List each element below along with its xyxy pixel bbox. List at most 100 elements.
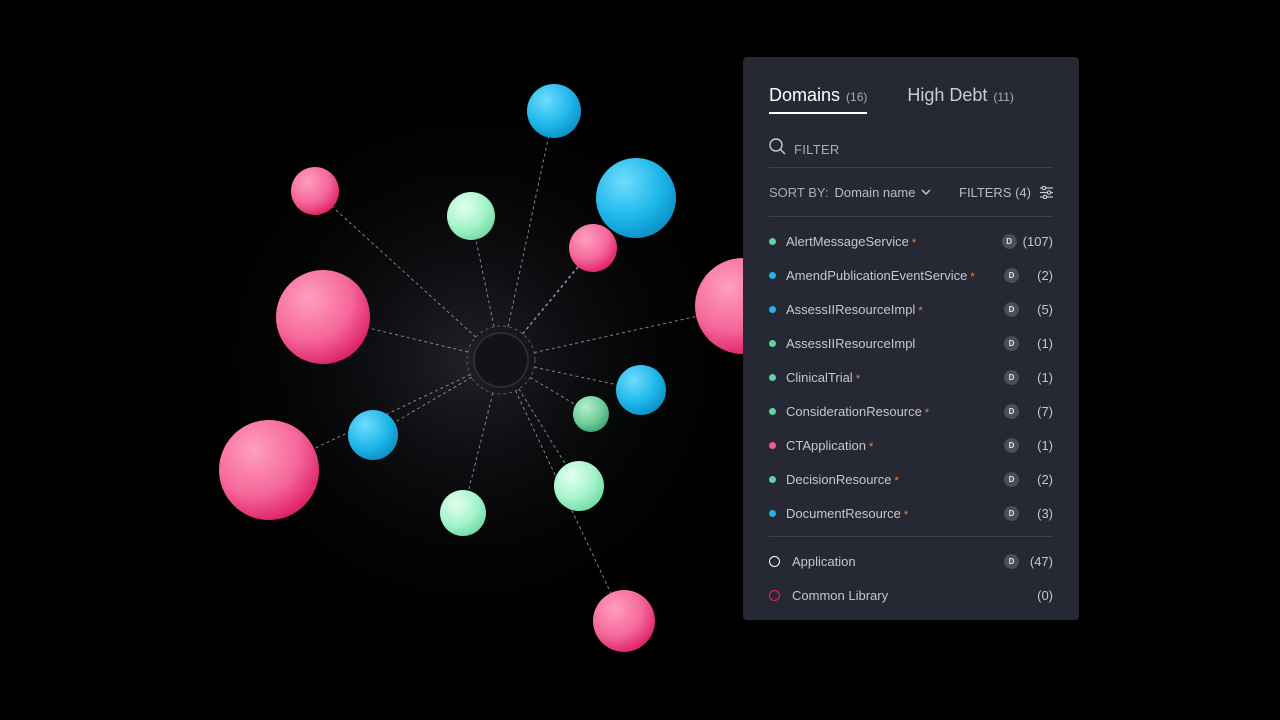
status-dot: [769, 373, 776, 381]
tab-domains[interactable]: Domains (16): [769, 85, 868, 114]
star-marker: *: [918, 304, 923, 317]
domain-count: (1): [1037, 369, 1053, 385]
graph-node-cyan[interactable]: [527, 84, 581, 138]
sort-dropdown[interactable]: Domain name: [835, 185, 932, 200]
tab-bar: Domains (16) High Debt (11): [769, 85, 1054, 114]
tab-high-debt-label: High Debt: [907, 85, 988, 105]
d-badge: D: [1001, 233, 1017, 249]
status-dot: [769, 407, 776, 415]
domain-name-text: CTApplication: [786, 437, 866, 453]
domain-name: CTApplication *: [786, 438, 1004, 453]
ring-icon: [769, 589, 780, 601]
status-dot: [769, 237, 776, 245]
list-item[interactable]: DecisionResource * D (2): [769, 462, 1053, 496]
star-marker: *: [970, 270, 975, 283]
sliders-icon: [1040, 186, 1053, 199]
sort-value: Domain name: [834, 185, 916, 200]
status-dot: [769, 271, 776, 279]
list-item[interactable]: AmendPublicationEventService * D (2): [769, 258, 1053, 292]
legend-count: (47): [1029, 553, 1053, 569]
star-marker: *: [903, 508, 909, 521]
graph-node-mint[interactable]: [554, 461, 604, 511]
status-dot: [769, 475, 776, 483]
star-marker: *: [868, 440, 874, 453]
filter-input[interactable]: [792, 140, 996, 158]
graph-node-cyan[interactable]: [616, 365, 666, 415]
domain-name: ConsiderationResource *: [786, 404, 1004, 419]
d-badge: D: [1004, 553, 1019, 569]
list-item[interactable]: CTApplication * D (1): [769, 428, 1053, 462]
status-dot: [769, 305, 776, 313]
domain-name-text: ClinicalTrial: [786, 369, 853, 385]
list-item[interactable]: DocumentResource * D (3): [769, 496, 1053, 530]
domain-count: (1): [1037, 437, 1053, 453]
list-item[interactable]: AlertMessageService * D (107): [769, 224, 1053, 258]
star-marker: *: [924, 406, 930, 419]
sort-label: SORT BY:: [769, 185, 829, 200]
domain-name-text: DocumentResource: [786, 505, 901, 521]
domain-name: AssessIIResourceImpl: [786, 336, 1004, 351]
category-legend: Application D (47) Common Library (0): [769, 544, 1053, 612]
star-marker: *: [894, 474, 899, 487]
filter-bar: [769, 131, 1053, 168]
domain-name-text: DecisionResource: [786, 471, 892, 487]
domain-name: AmendPublicationEventService *: [786, 268, 1004, 283]
list-item[interactable]: ConsiderationResource * D (7): [769, 394, 1053, 428]
hub-node[interactable]: [473, 332, 529, 388]
tab-high-debt-count: (11): [993, 90, 1014, 104]
tab-domains-label: Domains: [769, 85, 841, 105]
status-dot: [769, 339, 776, 347]
legend-item-application[interactable]: Application D (47): [769, 544, 1053, 578]
domain-list: AlertMessageService * D (107) AmendPublicat…: [769, 224, 1053, 530]
domain-name: DecisionResource *: [786, 472, 1004, 487]
chevron-down-icon: [921, 189, 931, 196]
domains-panel: Domains (16) High Debt (11) SORT BY: Dom…: [743, 57, 1079, 620]
domain-count: (1): [1037, 335, 1053, 351]
legend-name: Application: [792, 553, 856, 569]
list-item[interactable]: AssessIIResourceImpl D (1): [769, 326, 1053, 360]
legend-item-common-library[interactable]: Common Library (0): [769, 578, 1053, 612]
graph-node-green[interactable]: [573, 396, 609, 432]
graph-node-mint[interactable]: [440, 490, 486, 536]
domain-count: (5): [1037, 301, 1053, 317]
status-dot: [769, 509, 776, 517]
d-badge: D: [1004, 437, 1019, 453]
list-item[interactable]: AssessIIResourceImpl * D (5): [769, 292, 1053, 326]
domain-count: (2): [1037, 267, 1053, 283]
domain-name: AlertMessageService *: [786, 234, 1002, 249]
d-badge: D: [1004, 267, 1019, 283]
domain-name: DocumentResource *: [786, 506, 1004, 521]
filters-button[interactable]: FILTERS (4): [959, 185, 1053, 200]
sort-bar: SORT BY: Domain name FILTERS (4): [769, 169, 1053, 217]
list-divider: [769, 536, 1053, 537]
domain-name-text: AssessIIResourceImpl: [786, 301, 916, 317]
graph-node-cyan[interactable]: [348, 410, 398, 460]
graph-node-cyan[interactable]: [596, 158, 676, 238]
domain-name-text: AlertMessageService: [786, 233, 909, 249]
legend-count: (0): [1037, 587, 1053, 603]
graph-node-pink[interactable]: [291, 167, 339, 215]
domain-name: ClinicalTrial *: [786, 370, 1004, 385]
graph-node-mint[interactable]: [447, 192, 495, 240]
domain-name-text: AmendPublicationEventService: [786, 267, 968, 283]
graph-node-pink[interactable]: [569, 224, 617, 272]
graph-node-pink[interactable]: [593, 590, 655, 652]
d-badge: D: [1004, 335, 1019, 351]
domain-count: (2): [1037, 471, 1053, 487]
domain-name-text: AssessIIResourceImpl: [786, 335, 916, 351]
search-icon: [769, 138, 786, 160]
domain-name-text: ConsiderationResource: [786, 403, 922, 419]
domain-graph[interactable]: [0, 0, 1280, 720]
domain-count: (7): [1037, 403, 1053, 419]
legend-name: Common Library: [792, 587, 889, 603]
d-badge: D: [1004, 369, 1019, 385]
d-badge: D: [1004, 301, 1019, 317]
tab-high-debt[interactable]: High Debt (11): [907, 85, 1014, 114]
domain-name: AssessIIResourceImpl *: [786, 302, 1004, 317]
graph-node-pink[interactable]: [219, 420, 319, 520]
background-glow: [170, 60, 770, 660]
d-badge: D: [1004, 403, 1019, 419]
domain-count: (3): [1037, 505, 1053, 521]
list-item[interactable]: ClinicalTrial * D (1): [769, 360, 1053, 394]
graph-node-pink[interactable]: [276, 270, 370, 364]
